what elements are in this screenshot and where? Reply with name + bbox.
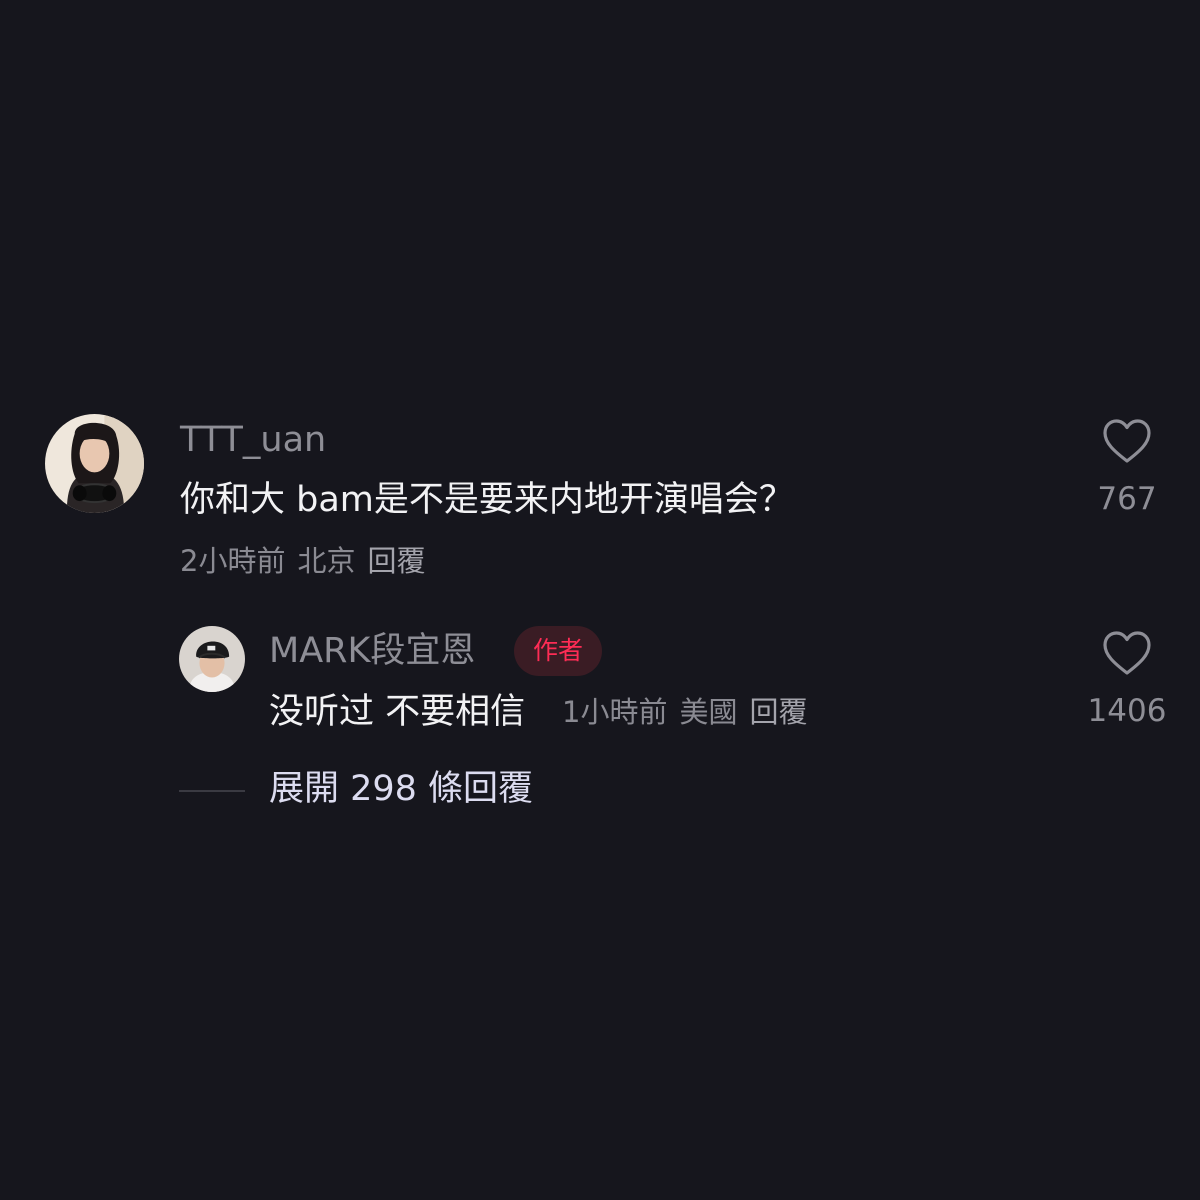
comment-location: 北京 [297,544,356,578]
comment-text: 你和大 bam是不是要来内地开演唱会？ [180,480,794,520]
reply-meta: 1小時前 美國 回覆 [562,698,807,727]
reply-like[interactable]: 1406 [1072,630,1182,727]
comment-username[interactable]: TTT_uan [180,423,326,458]
author-avatar[interactable] [179,626,245,692]
author-badge: 作者 [514,626,602,676]
reply-time: 1小時前 [562,695,668,729]
comment-time: 2小時前 [180,544,286,578]
expand-replies-button[interactable]: 展開 298 條回覆 [269,772,533,807]
comment-screen: TTT_uan 你和大 bam是不是要来内地开演唱会？ 2小時前 北京 回覆 767… [0,0,1200,1200]
reply-text: 没听过 不要相信 [269,692,526,732]
comment-like[interactable]: 767 [1072,418,1182,515]
like-count: 767 [1097,481,1157,517]
user-avatar[interactable] [45,414,144,513]
man-in-beanie-avatar-icon [179,626,245,692]
comment-meta: 2小時前 北京 回覆 [180,547,425,576]
author-username[interactable]: MARK段宜恩 [269,634,475,669]
woman-with-headphones-avatar-icon [45,414,144,513]
heart-icon[interactable] [1102,418,1152,464]
heart-icon[interactable] [1102,630,1152,676]
expand-divider [179,790,245,792]
reply-location: 美國 [679,695,738,729]
reply-button[interactable]: 回覆 [367,544,425,578]
reply-reply-button[interactable]: 回覆 [749,695,807,729]
like-count: 1406 [1087,693,1167,729]
